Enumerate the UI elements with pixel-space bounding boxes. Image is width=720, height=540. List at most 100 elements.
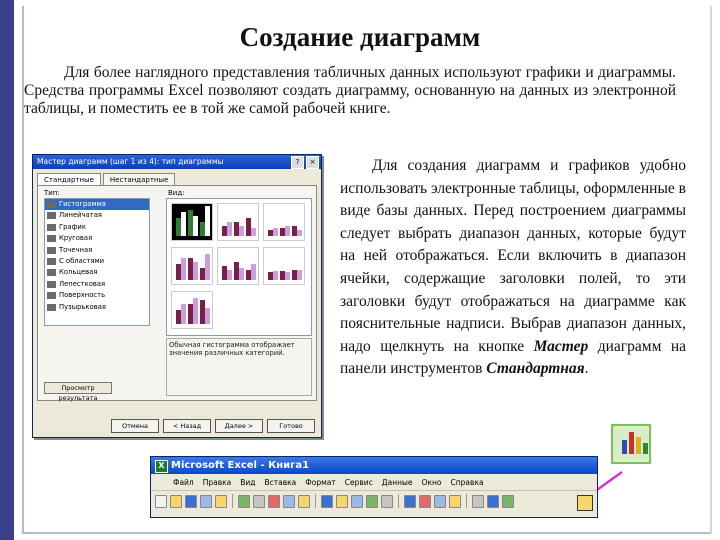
body-paragraph: Для создания диаграмм и графиков удобно … [340, 155, 686, 381]
chart-type-item[interactable]: Гистограмма [45, 199, 149, 211]
toolbar-button-icon[interactable] [487, 494, 499, 508]
toolbar-separator [466, 494, 467, 508]
chart-subtype-thumbnail[interactable] [217, 247, 259, 285]
toolbar-button-icon[interactable] [170, 494, 182, 508]
toolbar-button-icon[interactable] [381, 494, 393, 508]
chart-type-item[interactable]: Кольцевая [45, 267, 149, 278]
chart-description: Обычная гистограмма отображает значения … [166, 338, 312, 396]
menu-window[interactable]: Окно [422, 478, 442, 487]
toolbar-button-icon[interactable] [238, 494, 250, 508]
chart-type-item[interactable]: Лепестковая [45, 279, 149, 290]
toolbar-button-icon[interactable] [419, 494, 431, 508]
help-button[interactable]: ? [291, 156, 304, 169]
histogram-icon [47, 201, 56, 208]
toolbar-button-icon[interactable] [336, 494, 348, 508]
menu-data[interactable]: Данные [382, 478, 413, 487]
chart-wizard-icon[interactable] [611, 424, 651, 464]
menu-format[interactable]: Формат [305, 478, 335, 487]
next-button[interactable]: Далее > [215, 419, 263, 433]
chart-type-item[interactable]: Пузырьковая [45, 302, 149, 313]
menu-tools[interactable]: Сервис [345, 478, 373, 487]
doughnut-chart-icon [47, 269, 56, 277]
toolbar-button-icon[interactable] [502, 494, 514, 508]
chart-subtype-thumbnail[interactable] [171, 247, 213, 285]
toolbar-button-icon[interactable] [449, 494, 461, 508]
chart-wizard-dialog: Мастер диаграмм (шаг 1 из 4): тип диагра… [32, 154, 322, 438]
thumbnail-bar [227, 222, 232, 236]
thumbnail-bar [205, 308, 210, 324]
intro-paragraph: Для более наглядного представления табли… [24, 64, 676, 117]
slide-title: Создание диаграмм [239, 22, 481, 52]
chart-subtype-thumbnail[interactable] [171, 203, 213, 241]
thumbnail-bar [251, 228, 256, 236]
menu-insert[interactable]: Вставка [265, 478, 297, 487]
chart-subtype-thumbnail[interactable] [263, 247, 305, 285]
body-text-3: . [584, 360, 589, 378]
chart-wizard-toolbar-button[interactable] [577, 495, 593, 511]
toolbar-separator [398, 494, 399, 508]
chart-type-item[interactable]: Линейчатая [45, 210, 149, 221]
toolbar-button-icon[interactable] [155, 494, 167, 508]
toolbar-button-icon[interactable] [351, 494, 363, 508]
excel-menubar: Файл Правка Вид Вставка Формат Сервис Да… [151, 474, 597, 490]
thumbnail-bar [297, 270, 302, 280]
chart-type-list[interactable]: Гистограмма Линейчатая График Круговая Т… [44, 198, 150, 326]
chart-type-item[interactable]: Круговая [45, 233, 149, 244]
menu-file[interactable]: Файл [173, 478, 194, 487]
toolbar-button-icon[interactable] [200, 494, 212, 508]
thumbnail-bar [205, 206, 210, 236]
bar-chart-icon [47, 212, 56, 220]
toolbar-button-icon[interactable] [268, 494, 280, 508]
toolbar-button-icon[interactable] [185, 494, 197, 508]
bubble-chart-icon [47, 303, 56, 311]
thumbnail-bar [239, 226, 244, 236]
wizard-body: Тип: Вид: Гистограмма Линейчатая График … [37, 185, 317, 402]
thumbnail-bar [297, 230, 302, 236]
thumbnail-bar [285, 226, 290, 236]
slide-left-strip [0, 0, 14, 540]
thumbnail-bar [181, 304, 186, 324]
chart-type-item[interactable]: Точечная [45, 245, 149, 256]
toolbar-button-icon[interactable] [283, 494, 295, 508]
toolbar-button-icon[interactable] [366, 494, 378, 508]
menu-edit[interactable]: Правка [203, 478, 232, 487]
chart-type-item[interactable]: С областями [45, 256, 149, 267]
toolbar-button-icon[interactable] [298, 494, 310, 508]
thumbnail-bar [239, 268, 244, 280]
chart-subtype-thumbnail[interactable] [171, 291, 213, 329]
thumbnail-bar [285, 272, 290, 280]
wizard-title: Мастер диаграмм (шаг 1 из 4): тип диагра… [37, 157, 224, 166]
chart-type-item[interactable]: График [45, 222, 149, 233]
back-button[interactable]: < Назад [163, 419, 211, 433]
body-text-1: Для создания диаграмм и графиков удобно … [340, 157, 686, 355]
menu-help[interactable]: Справка [451, 478, 484, 487]
toolbar-button-icon[interactable] [434, 494, 446, 508]
toolbar-separator [315, 494, 316, 508]
toolbar-button-icon[interactable] [472, 494, 484, 508]
chart-type-item[interactable]: Поверхность [45, 290, 149, 301]
wizard-titlebar: Мастер диаграмм (шаг 1 из 4): тип диагра… [33, 155, 321, 169]
body-emphasis-master: Мастер [533, 337, 589, 355]
standard-toolbar [151, 490, 597, 511]
chart-subtype-grid[interactable] [166, 198, 312, 336]
thumbnail-bar [193, 262, 198, 280]
thumbnail-bar [273, 228, 278, 236]
toolbar-button-icon[interactable] [321, 494, 333, 508]
toolbar-button-icon[interactable] [253, 494, 265, 508]
pie-chart-icon [47, 235, 56, 243]
chart-subtype-thumbnail[interactable] [263, 203, 305, 241]
chart-subtype-thumbnail[interactable] [217, 203, 259, 241]
excel-title: Microsoft Excel - Книга1 [171, 460, 310, 471]
slide-frame-bottom [22, 532, 712, 534]
radar-chart-icon [47, 280, 56, 288]
finish-button[interactable]: Готово [267, 419, 315, 433]
preview-button[interactable]: Просмотр результата [44, 382, 112, 402]
menu-view[interactable]: Вид [240, 478, 255, 487]
cancel-button[interactable]: Отмена [111, 419, 159, 433]
toolbar-button-icon[interactable] [404, 494, 416, 508]
toolbar-button-icon[interactable] [215, 494, 227, 508]
slide-frame-right [710, 6, 712, 534]
close-button[interactable]: × [306, 156, 319, 169]
thumbnail-bar [251, 264, 256, 280]
thumbnail-bar [181, 258, 186, 280]
